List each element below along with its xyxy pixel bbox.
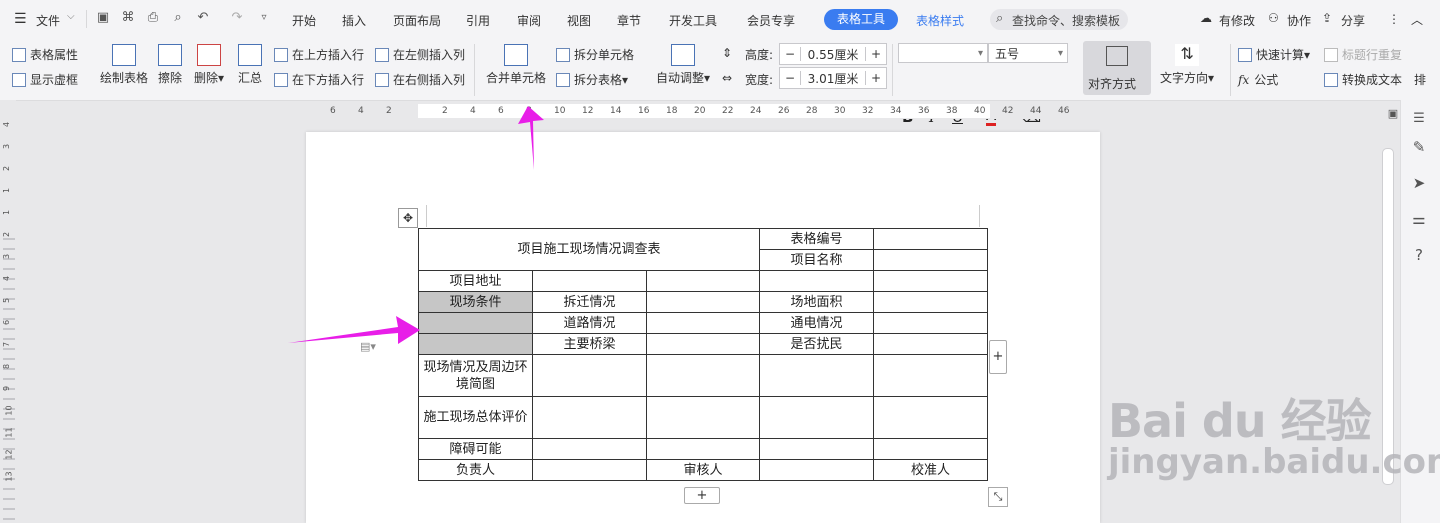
cursor-icon[interactable]: ➤: [1410, 174, 1428, 192]
arrow-right-icon: [288, 316, 420, 344]
sliders-icon[interactable]: ⚌: [1410, 210, 1428, 228]
vertical-scrollbar[interactable]: [1382, 148, 1394, 485]
scroll-toggle-icon[interactable]: ▣: [1384, 105, 1402, 123]
arrow-up-icon: [518, 106, 544, 170]
help-icon[interactable]: ?: [1410, 246, 1428, 264]
chevron-down-icon[interactable]: ☰: [1410, 110, 1428, 128]
pen-icon[interactable]: ✎: [1410, 138, 1428, 156]
watermark-url: jingyan.baidu.com: [1108, 442, 1440, 482]
